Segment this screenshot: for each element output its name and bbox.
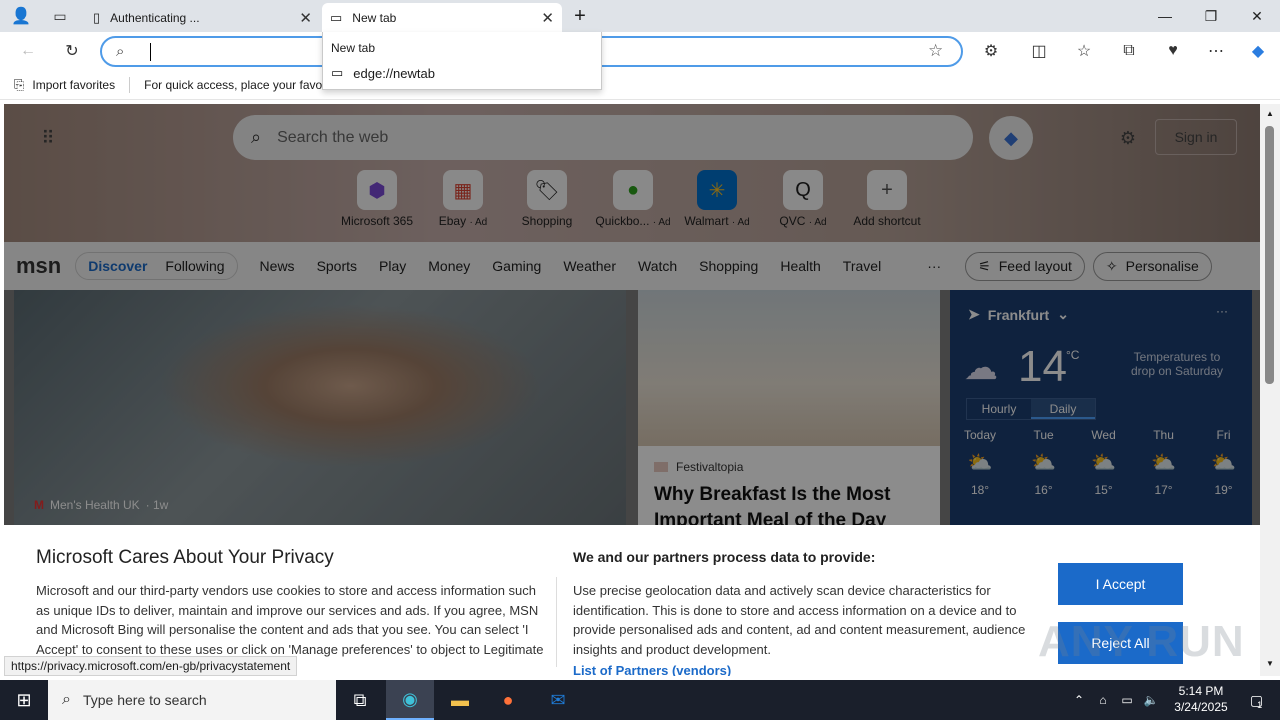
taskbar-search-placeholder: Type here to search [82, 692, 207, 708]
collections-icon[interactable]: ⧉ [1114, 36, 1144, 66]
windows-start-icon[interactable]: ⊞ [0, 680, 48, 720]
suggestion-header: New tab [331, 41, 376, 55]
tab-actions-icon[interactable]: ▭ [46, 4, 74, 28]
favorites-icon[interactable]: ☆ [1069, 36, 1099, 66]
partners-body: Use precise geolocation data and activel… [573, 583, 1026, 657]
divider [129, 76, 131, 93]
tab-title: Authenticating ... [110, 10, 200, 25]
back-icon[interactable]: ← [13, 36, 43, 66]
refresh-icon[interactable]: ↻ [57, 36, 87, 66]
minimize-button[interactable]: — [1142, 0, 1188, 32]
new-tab-button[interactable]: + [566, 2, 594, 30]
suggestion-url: edge://newtab [353, 65, 435, 81]
suggestion-item[interactable]: ▭ edge://newtab [331, 65, 435, 81]
import-favorites-link[interactable]: Import favorites [32, 78, 115, 92]
favorites-hint: For quick access, place your favori [144, 77, 329, 92]
privacy-title: Microsoft Cares About Your Privacy [36, 547, 334, 568]
watermark: ANY RUN [1038, 617, 1245, 666]
favorite-star-icon[interactable]: ☆ [928, 41, 943, 61]
extensions-icon[interactable]: ⚙ [976, 36, 1006, 66]
newtab-icon: ▭ [331, 65, 344, 80]
import-icon: ⎘ [14, 76, 25, 92]
notification-count: 1 [1257, 700, 1263, 710]
copilot-icon[interactable]: ◆ [1243, 36, 1273, 66]
browser-toolbar: ← ↻ ⌕ ☆ ⚙ ◫ ☆ ⧉ ♥ ⋯ ◆ [0, 32, 1280, 70]
browser-essentials-icon[interactable]: ♥ [1158, 36, 1188, 66]
accept-button[interactable]: I Accept [1058, 563, 1183, 605]
status-bar-url: https://privacy.microsoft.com/en-gb/priv… [4, 656, 298, 676]
tab-strip: 👤 ▭ ▯ Authenticating ... ✕ ▭ New tab ✕ +… [0, 0, 1280, 32]
search-icon: ⌕ [116, 43, 125, 60]
taskbar: ⊞ ⌕ Type here to search ⧉ ◉ ▬ ● ✉ ⌃ ⌂ ▭ … [0, 680, 1280, 720]
divider [556, 577, 557, 667]
restore-button[interactable]: ❐ [1188, 0, 1234, 32]
volume-icon[interactable]: 🔈 [1140, 680, 1162, 720]
task-view-icon[interactable]: ⧉ [336, 680, 384, 720]
more-menu-icon[interactable]: ⋯ [1201, 36, 1231, 66]
clock-time: 5:14 PM [1178, 684, 1224, 698]
close-tab-icon[interactable]: ✕ [299, 9, 312, 27]
search-icon: ⌕ [62, 691, 71, 708]
close-window-button[interactable]: ✕ [1234, 0, 1280, 32]
edge-taskbar-icon[interactable]: ◉ [386, 680, 434, 720]
profile-icon[interactable]: 👤 [8, 4, 34, 28]
close-tab-icon[interactable]: ✕ [541, 9, 554, 27]
page-scrollbar[interactable]: ▲ ▼ [1260, 104, 1280, 676]
notification-icon[interactable]: ▢ 1 [1236, 680, 1276, 720]
tab-new-tab[interactable]: ▭ New tab ✕ [322, 3, 562, 32]
screen: 👤 ▭ ▯ Authenticating ... ✕ ▭ New tab ✕ +… [0, 0, 1280, 720]
tab-title: New tab [352, 10, 397, 25]
clock-date: 3/24/2025 [1174, 700, 1228, 714]
favorites-bar: ⎘ Import favorites For quick access, pla… [0, 70, 1280, 100]
taskbar-search[interactable]: ⌕ Type here to search [48, 680, 336, 720]
file-explorer-icon[interactable]: ▬ [436, 680, 484, 720]
newtab-icon: ▭ [330, 9, 343, 25]
address-suggestions: New tab ▭ edge://newtab [322, 32, 602, 90]
partners-link[interactable]: List of Partners (vendors) [573, 663, 731, 676]
outlook-icon[interactable]: ✉ [534, 680, 582, 720]
battery-icon[interactable]: ▭ [1116, 680, 1138, 720]
scroll-up-icon[interactable]: ▲ [1264, 108, 1276, 118]
network-icon[interactable]: ⌂ [1092, 680, 1114, 720]
tab-authenticating[interactable]: ▯ Authenticating ... ✕ [85, 3, 320, 32]
page-icon: ▯ [93, 9, 101, 25]
scroll-down-icon[interactable]: ▼ [1264, 658, 1276, 668]
scroll-thumb[interactable] [1265, 126, 1274, 384]
clock[interactable]: 5:14 PM 3/24/2025 [1166, 683, 1236, 715]
firefox-icon[interactable]: ● [484, 680, 532, 720]
privacy-banner: Microsoft Cares About Your Privacy Micro… [4, 525, 1260, 676]
tray-chevron-icon[interactable]: ⌃ [1068, 680, 1090, 720]
text-cursor [150, 43, 151, 61]
split-screen-icon[interactable]: ◫ [1024, 36, 1054, 66]
partners-title: We and our partners process data to prov… [573, 549, 876, 565]
page-viewport: ⠿ ⌕ Search the web ◆ ⚙ Sign in ⬢ Microso… [4, 104, 1260, 676]
